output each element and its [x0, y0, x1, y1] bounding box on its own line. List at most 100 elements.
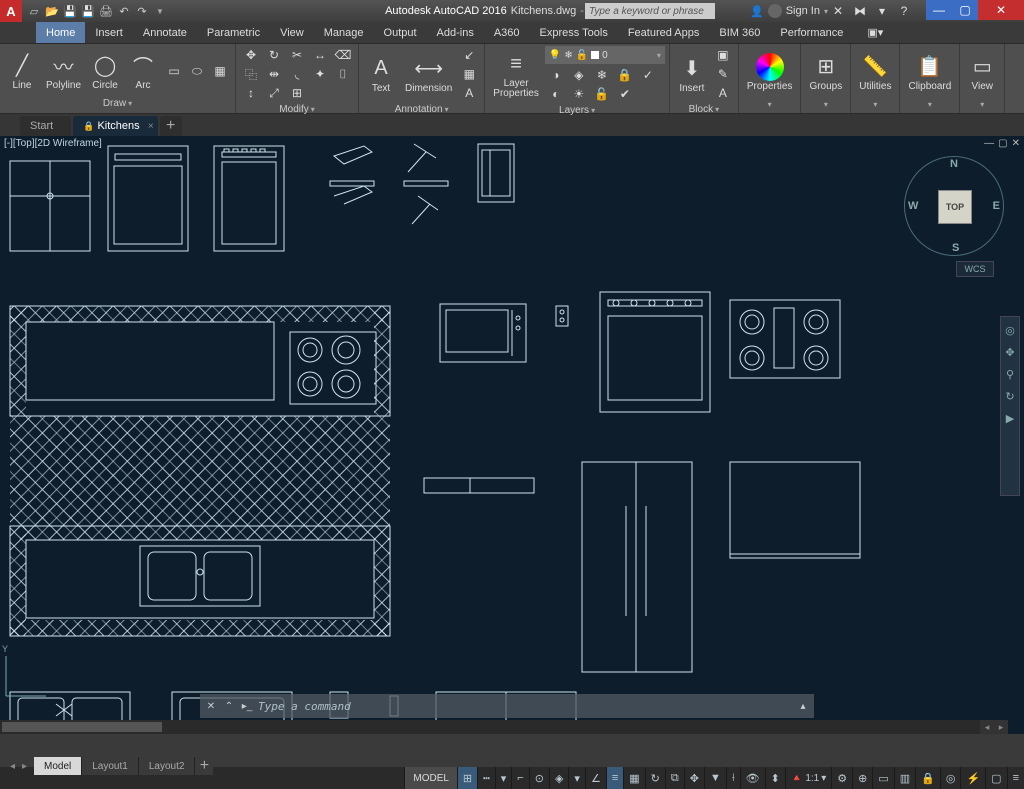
- layer-iso-icon[interactable]: ◈: [568, 66, 590, 84]
- clipboard-button[interactable]: 📋Clipboard: [904, 51, 955, 94]
- tab-insert[interactable]: Insert: [85, 22, 133, 43]
- array-icon[interactable]: ⊞: [286, 84, 308, 102]
- layout-tab-1[interactable]: Layout1: [82, 757, 139, 775]
- mtext-icon[interactable]: A: [458, 84, 480, 102]
- panel-title-utilities[interactable]: ▾: [855, 98, 895, 111]
- stayconnected-icon[interactable]: ⧓: [852, 3, 868, 19]
- layer-off-icon[interactable]: ◑: [545, 66, 567, 84]
- layer-current-icon[interactable]: ✔: [614, 85, 636, 103]
- layer-freeze-icon[interactable]: ❄: [591, 66, 613, 84]
- panel-title-groups[interactable]: ▾: [805, 98, 846, 111]
- qat-undo-icon[interactable]: ↶: [116, 3, 132, 19]
- panel-title-annotation[interactable]: Annotation▾: [363, 102, 480, 117]
- tab-bim360[interactable]: BIM 360: [709, 22, 770, 43]
- sb-iso-icon[interactable]: ◈: [549, 767, 568, 789]
- sb-gizmo-icon[interactable]: ⟊: [726, 767, 740, 789]
- sb-quick-properties-icon[interactable]: ▥: [894, 767, 915, 789]
- search-input[interactable]: Type a keyword or phrase: [585, 3, 715, 19]
- hatch-icon[interactable]: ▦: [209, 62, 231, 80]
- layer-on-icon[interactable]: ◐: [545, 85, 567, 103]
- tab-annotate[interactable]: Annotate: [133, 22, 197, 43]
- cmd-history-icon[interactable]: ⌃: [222, 699, 236, 713]
- scrollbar-thumb[interactable]: [2, 722, 162, 732]
- text-button[interactable]: AText: [363, 53, 399, 96]
- panel-title-layers[interactable]: Layers▾: [489, 103, 665, 118]
- panel-title-draw[interactable]: Draw▾: [4, 96, 231, 111]
- layer-unlock-icon[interactable]: 🔓: [591, 85, 613, 103]
- sb-osnap-icon[interactable]: ▾: [568, 767, 585, 789]
- layer-thaw-icon[interactable]: ☀: [568, 85, 590, 103]
- layer-match-icon[interactable]: ✓: [637, 66, 659, 84]
- fillet-icon[interactable]: ◟: [286, 65, 308, 83]
- layout-add-button[interactable]: +: [195, 757, 213, 775]
- sb-lock-ui-icon[interactable]: 🔒: [915, 767, 940, 789]
- sb-selection-cycling-icon[interactable]: ↻: [645, 767, 665, 789]
- trim-icon[interactable]: ✂: [286, 46, 308, 64]
- sb-annotation-visibility-icon[interactable]: 👁: [740, 767, 765, 789]
- sb-clean-screen-icon[interactable]: ▢: [985, 767, 1006, 789]
- layer-properties-button[interactable]: ≡Layer Properties: [489, 49, 543, 101]
- command-input[interactable]: Type a command: [258, 700, 792, 713]
- drawing-canvas[interactable]: [-][Top][2D Wireframe] — ▢ ✕ TOP N S E W…: [0, 136, 1024, 734]
- ellipse-icon[interactable]: ⬭: [186, 62, 208, 80]
- scroll-left-icon[interactable]: ◂: [980, 720, 994, 734]
- polyline-button[interactable]: 〰Polyline: [42, 50, 85, 93]
- app-icon[interactable]: A: [0, 0, 22, 22]
- maximize-button[interactable]: ▢: [952, 0, 978, 20]
- close-tab-icon[interactable]: ×: [148, 121, 154, 132]
- tab-addins[interactable]: Add-ins: [427, 22, 484, 43]
- layout-tab-model[interactable]: Model: [34, 757, 82, 775]
- mirror-icon[interactable]: ⇹: [263, 65, 285, 83]
- panel-title-properties[interactable]: ▾: [743, 98, 797, 111]
- rectangle-icon[interactable]: ▭: [163, 62, 185, 80]
- minimize-button[interactable]: —: [926, 0, 952, 20]
- sb-units-icon[interactable]: ▭: [872, 767, 893, 789]
- help-dropdown-icon[interactable]: ▾: [874, 3, 890, 19]
- sb-otrack-icon[interactable]: ∠: [585, 767, 606, 789]
- sb-snap-icon[interactable]: ┅: [477, 767, 495, 789]
- ribbon-expand-icon[interactable]: ▣▾: [857, 22, 893, 43]
- panel-title-modify[interactable]: Modify▾: [240, 102, 354, 117]
- sb-grid-icon[interactable]: ⊞: [457, 767, 477, 789]
- tab-view[interactable]: View: [270, 22, 314, 43]
- tab-a360[interactable]: A360: [484, 22, 530, 43]
- tab-manage[interactable]: Manage: [314, 22, 374, 43]
- sb-dynamic-ucs-icon[interactable]: ✥: [684, 767, 704, 789]
- layer-lock-icon[interactable]: 🔒: [614, 66, 636, 84]
- tab-performance[interactable]: Performance: [770, 22, 853, 43]
- block-attr-icon[interactable]: A: [712, 84, 734, 102]
- tab-featured[interactable]: Featured Apps: [618, 22, 710, 43]
- table-icon[interactable]: ▦: [458, 65, 480, 83]
- command-line[interactable]: ✕ ⌃ ▸_ Type a command ▴: [200, 694, 814, 718]
- layout-prev-icon[interactable]: ◂: [10, 761, 22, 772]
- cmd-close-icon[interactable]: ✕: [204, 699, 218, 713]
- qat-open-icon[interactable]: 📂: [44, 3, 60, 19]
- sb-autoscale-icon[interactable]: ⬍: [765, 767, 785, 789]
- close-button[interactable]: ✕: [978, 0, 1024, 20]
- sb-annotation-scale[interactable]: 🔺 1:1 ▾: [785, 767, 831, 789]
- sb-ortho-icon[interactable]: ⌐: [511, 767, 528, 789]
- utilities-button[interactable]: 📏Utilities: [855, 51, 895, 94]
- file-tab-start[interactable]: Start: [20, 116, 71, 136]
- leader-icon[interactable]: ↙: [458, 46, 480, 64]
- sb-model-space[interactable]: MODEL: [404, 767, 457, 789]
- sb-annotation-monitor-icon[interactable]: ⊕: [852, 767, 872, 789]
- panel-title-clipboard[interactable]: ▾: [904, 98, 955, 111]
- tab-home[interactable]: Home: [36, 22, 85, 43]
- explode-icon[interactable]: ✦: [309, 65, 331, 83]
- exchange-icon[interactable]: ✕: [830, 3, 846, 19]
- dimension-button[interactable]: ⟷Dimension: [401, 53, 456, 96]
- help-icon[interactable]: ?: [896, 3, 912, 19]
- rotate-icon[interactable]: ↻: [263, 46, 285, 64]
- groups-button[interactable]: ⊞Groups: [805, 51, 846, 94]
- horizontal-scrollbar[interactable]: ◂ ▸: [0, 720, 1008, 734]
- sb-selection-filter-icon[interactable]: ▼: [704, 767, 726, 789]
- tab-output[interactable]: Output: [374, 22, 427, 43]
- scroll-right-icon[interactable]: ▸: [994, 720, 1008, 734]
- arc-button[interactable]: ⌒Arc: [125, 50, 161, 93]
- sb-polar-icon[interactable]: ⊙: [529, 767, 549, 789]
- sb-3dosnap-icon[interactable]: ⧉: [665, 767, 684, 789]
- cmd-expand-icon[interactable]: ▴: [796, 699, 810, 713]
- layout-tab-2[interactable]: Layout2: [139, 757, 196, 775]
- insert-button[interactable]: ⬇Insert: [674, 53, 710, 96]
